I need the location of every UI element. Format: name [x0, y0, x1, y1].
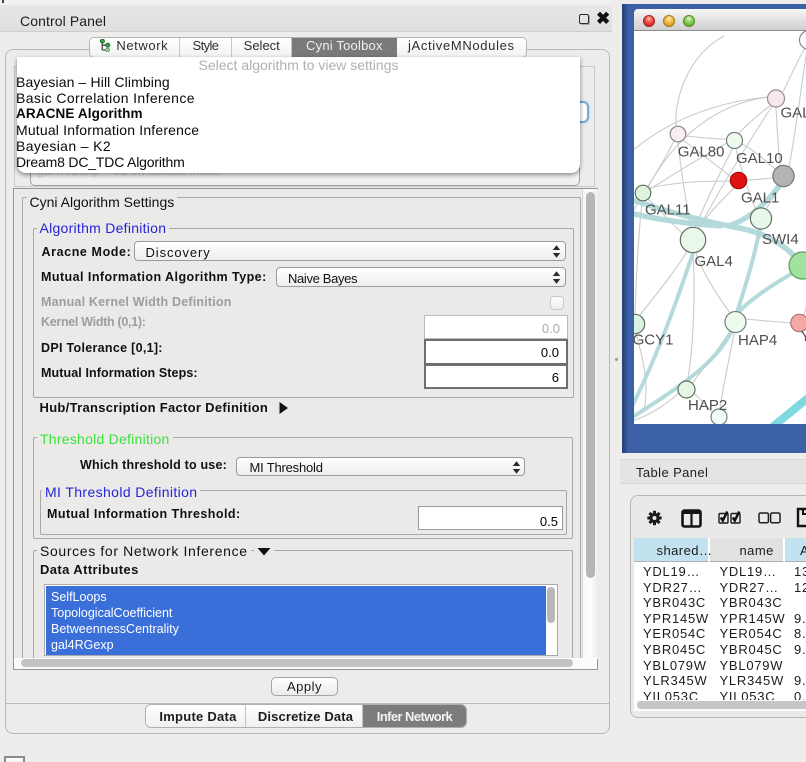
svg-text:GAL80: GAL80	[678, 143, 725, 160]
svg-text:GAL10: GAL10	[736, 150, 783, 167]
svg-text:HAP2: HAP2	[688, 397, 727, 414]
svg-text:Y: Y	[801, 328, 806, 345]
svg-text:GAL2: GAL2	[781, 105, 806, 122]
svg-text:GAL1: GAL1	[741, 190, 779, 207]
svg-text:GAL4: GAL4	[695, 253, 733, 270]
svg-text:HAP4: HAP4	[738, 332, 777, 349]
svg-text:SWI4: SWI4	[762, 231, 799, 248]
svg-text:GAL11: GAL11	[645, 202, 691, 219]
svg-text:GCY1: GCY1	[634, 332, 673, 349]
